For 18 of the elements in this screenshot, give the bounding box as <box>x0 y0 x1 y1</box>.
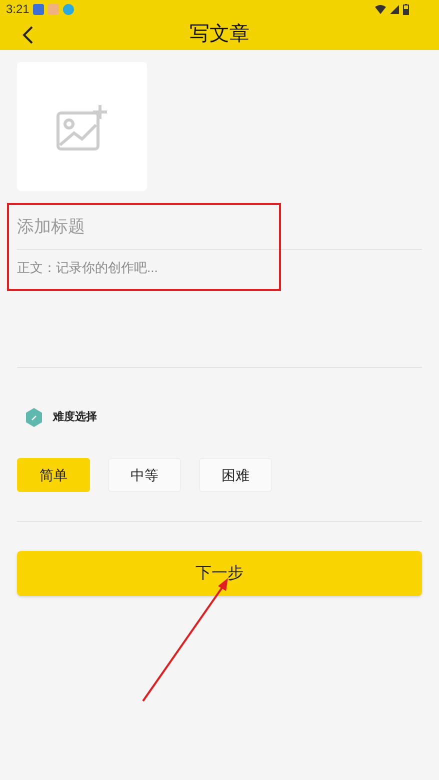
signal-icon <box>390 4 399 14</box>
next-button[interactable]: 下一步 <box>17 551 422 596</box>
difficulty-option[interactable]: 简单 <box>17 458 90 492</box>
difficulty-option[interactable]: 中等 <box>108 458 181 492</box>
wifi-icon <box>375 4 386 14</box>
body-field[interactable]: 正文：记录你的创作吧... <box>17 258 422 368</box>
title-field[interactable]: 添加标题 <box>17 205 422 250</box>
page-title: 写文章 <box>190 22 250 47</box>
status-time: 3:21 <box>6 1 30 18</box>
add-image-icon <box>56 102 108 150</box>
hexagon-icon <box>25 408 43 427</box>
difficulty-option[interactable]: 困难 <box>199 458 272 492</box>
back-icon[interactable] <box>22 26 34 44</box>
app-icon <box>48 4 60 14</box>
battery-icon <box>403 4 409 14</box>
difficulty-label: 难度选择 <box>53 410 97 426</box>
app-icon <box>33 4 44 14</box>
download-icon <box>63 4 74 14</box>
